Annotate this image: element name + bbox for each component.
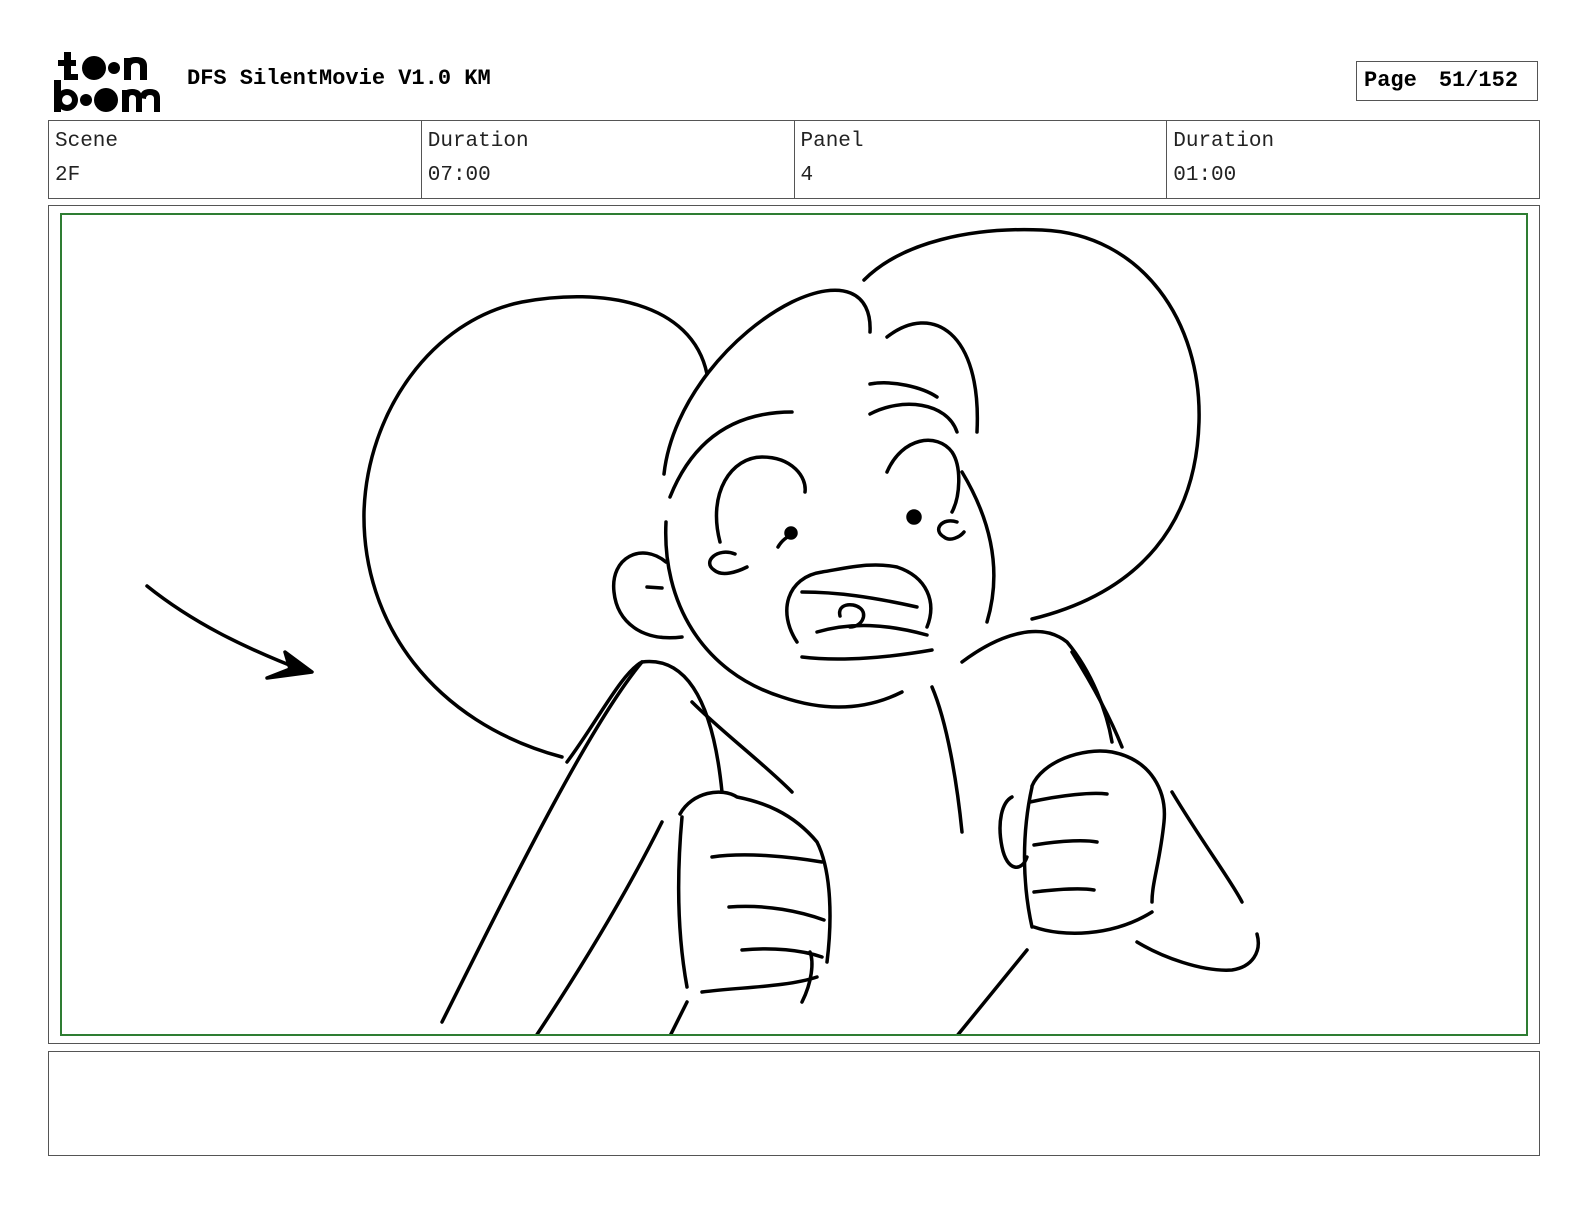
toon-boom-logo	[50, 50, 166, 114]
scene-cell: Scene 2F	[49, 121, 422, 198]
right-shoulder	[960, 629, 1114, 744]
face-outline	[664, 520, 904, 709]
storyboard-sketch	[145, 227, 1260, 1034]
ear	[612, 551, 684, 640]
right-eye-brow	[885, 438, 961, 514]
right-hair-bun	[862, 227, 1201, 621]
right-eye	[906, 509, 922, 525]
hair-top	[662, 288, 872, 476]
scene-duration-label: Duration	[427, 130, 529, 153]
right-arm	[1170, 790, 1244, 904]
page-indicator: Page 51/152	[1356, 61, 1538, 101]
page-label: Page	[1364, 68, 1417, 93]
left-hand	[678, 790, 832, 964]
page-number: 51/152	[1438, 68, 1519, 93]
panel-cell: Panel 4	[795, 121, 1168, 198]
safe-frame	[60, 213, 1528, 1036]
panel-duration-value: 01:00	[1173, 164, 1237, 187]
project-title: DFS SilentMovie V1.0 KM	[187, 66, 491, 91]
panel-duration-cell: Duration 01:00	[1167, 121, 1539, 198]
motion-arrow	[145, 584, 309, 674]
right-hand	[1030, 749, 1167, 904]
left-hair-bun	[362, 295, 709, 759]
scene-label: Scene	[55, 130, 119, 153]
panel-notes-box	[48, 1051, 1540, 1156]
left-shoulder	[565, 659, 724, 794]
scene-info-table: Scene 2F Duration 07:00 Panel 4 Duration…	[48, 120, 1540, 199]
panel-label: Panel	[800, 130, 864, 153]
scene-value: 2F	[55, 164, 81, 187]
scene-duration-cell: Duration 07:00	[422, 121, 795, 198]
panel-duration-label: Duration	[1173, 130, 1275, 153]
scene-duration-value: 07:00	[427, 164, 491, 187]
arrow-head	[265, 650, 314, 680]
panel-value: 4	[800, 164, 814, 187]
